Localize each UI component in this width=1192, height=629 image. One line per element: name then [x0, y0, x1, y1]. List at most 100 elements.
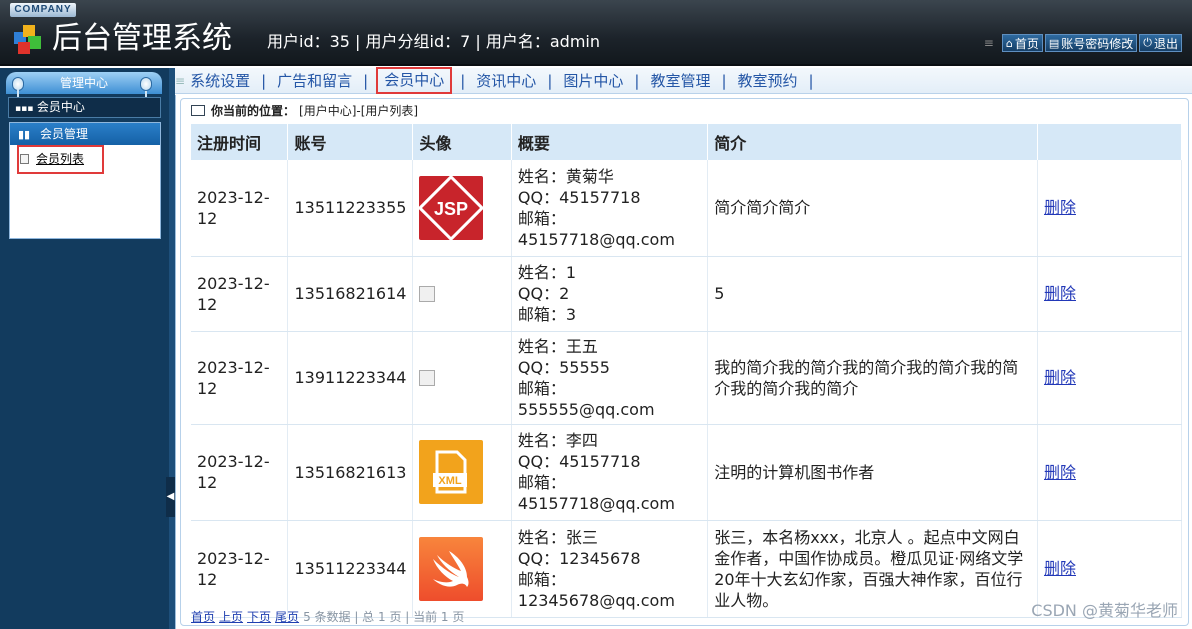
- delete-link[interactable]: 删除: [1044, 284, 1076, 303]
- highlight-box: [17, 145, 104, 174]
- grip-icon: ≡: [983, 36, 994, 50]
- member-table: 注册时间 账号 头像 概要 简介 2023-12-12 13511223355: [191, 124, 1183, 618]
- cell-actions: 删除: [1037, 424, 1183, 521]
- breadcrumb: 你当前的位置： [用户中心]-[用户列表]: [191, 102, 418, 119]
- cell-summary: 姓名：张三 QQ：12345678 邮箱：12345678@qq.com: [511, 520, 709, 618]
- home-label: 首页: [1014, 36, 1039, 51]
- cell-account: 13516821614: [287, 256, 414, 332]
- breadcrumb-label: 你当前的位置：: [211, 104, 296, 118]
- xml-file-icon: XML: [419, 440, 484, 504]
- system-title: 后台管理系统: [52, 21, 232, 56]
- tab-image-center[interactable]: 图片中心: [560, 70, 626, 91]
- cell-actions: 删除: [1037, 160, 1183, 257]
- grip-icon: ≡: [175, 73, 186, 88]
- summary-name: 姓名：李四: [517, 431, 598, 450]
- cell-intro: 我的简介我的简介我的简介我的简介我的简介我的简介我的简介: [707, 331, 1038, 425]
- main-content: 你当前的位置： [用户中心]-[用户列表] 注册时间 账号 头像 概要 简介 2…: [175, 95, 1192, 629]
- table-row: 2023-12-12 13911223344 姓名：王五 QQ：55555 邮箱…: [191, 331, 1183, 425]
- member-center-item[interactable]: ▪▪▪ 会员中心: [8, 97, 161, 118]
- summary-name: 姓名：王五: [517, 336, 598, 356]
- cell-time: 2023-12-12: [191, 424, 289, 521]
- home-button[interactable]: ⌂ 首页: [1001, 34, 1043, 52]
- pagination: 首页 上页 下页 尾页 5 条数据 | 总 1 页 | 当前 1 页: [191, 608, 464, 625]
- column-header-avatar: 头像: [412, 124, 512, 160]
- summary-name: 姓名：1: [517, 263, 577, 282]
- cell-summary: 姓名：王五 QQ：55555 邮箱：555555@qq.com: [511, 331, 709, 425]
- column-header-account: 账号: [287, 124, 414, 160]
- delete-link[interactable]: 删除: [1044, 368, 1076, 387]
- pagination-summary: 5 条数据 | 总 1 页 | 当前 1 页: [303, 610, 465, 624]
- cell-summary: 姓名：李四 QQ：45157718 邮箱：45157718@qq.com: [511, 424, 709, 521]
- cell-time: 2023-12-12: [191, 160, 289, 257]
- summary-qq: QQ：45157718: [517, 187, 641, 207]
- table-header-row: 注册时间 账号 头像 概要 简介: [191, 124, 1183, 160]
- cell-account: 13911223344: [287, 331, 414, 425]
- change-password-button[interactable]: ▤ 账号密码修改: [1044, 34, 1138, 52]
- cell-account: 13511223344: [287, 520, 414, 618]
- column-header-summary: 概要: [511, 124, 709, 160]
- next-page-link[interactable]: 下页: [247, 608, 271, 625]
- user-info: 用户id：35 | 用户分组id：7 | 用户名：admin: [267, 32, 601, 51]
- cell-account: 13511223355: [287, 160, 414, 257]
- knob-icon: [140, 77, 152, 91]
- cell-time: 2023-12-12: [191, 256, 289, 332]
- tab-system-settings[interactable]: 系统设置: [187, 70, 253, 91]
- cell-intro: 张三，本名杨xxx，北京人 。起点中文网白金作者，中国作协成员。橙瓜见证·网络文…: [707, 520, 1038, 618]
- cell-intro: 简介简介简介: [707, 160, 1038, 257]
- cell-summary: 姓名：1 QQ：2 邮箱：3: [511, 256, 709, 332]
- table-row: 2023-12-12 13511223355 JSP 姓名：黄菊华 QQ：451…: [191, 160, 1183, 257]
- table-row: 2023-12-12 13516821614 姓名：1 QQ：2 邮箱：3 5 …: [191, 256, 1183, 332]
- column-header-actions: [1037, 124, 1183, 160]
- logout-label: 退出: [1153, 36, 1178, 51]
- summary-name: 姓名：张三: [517, 527, 598, 547]
- prev-page-link[interactable]: 上页: [219, 608, 243, 625]
- tab-ads-messages[interactable]: 广告和留言: [274, 70, 355, 91]
- first-page-link[interactable]: 首页: [191, 608, 215, 625]
- member-management-header[interactable]: ▮▮ 会员管理: [10, 123, 160, 145]
- tab-classroom-booking[interactable]: 教室预约: [735, 70, 801, 91]
- book-icon: ▮▮: [18, 128, 31, 141]
- app-header: COMPANY 后台管理系统 用户id：35 | 用户分组id：7 | 用户名：…: [0, 0, 1192, 66]
- tab-news-center[interactable]: 资讯中心: [473, 70, 539, 91]
- management-center-header: 管理中心: [6, 72, 162, 101]
- logout-button[interactable]: ⏻ 退出: [1139, 34, 1182, 52]
- summary-email: 邮箱：3: [517, 305, 577, 324]
- column-header-intro: 简介: [707, 124, 1038, 160]
- column-header-time: 注册时间: [191, 124, 289, 160]
- cubes-logo-icon: [14, 25, 41, 54]
- cell-avatar: JSP: [412, 160, 512, 257]
- cell-actions: 删除: [1037, 331, 1183, 425]
- company-logo: COMPANY: [10, 3, 76, 17]
- delete-link[interactable]: 删除: [1044, 559, 1076, 578]
- tab-member-center[interactable]: 会员中心: [376, 67, 453, 94]
- cell-time: 2023-12-12: [191, 331, 289, 425]
- change-password-label: 账号密码修改: [1061, 36, 1134, 51]
- summary-name: 姓名：黄菊华: [517, 166, 614, 186]
- svg-text:JSP: JSP: [434, 199, 468, 219]
- window-icon: [191, 105, 205, 116]
- cell-actions: 删除: [1037, 256, 1183, 332]
- summary-email: 邮箱：45157718@qq.com: [517, 473, 675, 513]
- cell-avatar: [412, 520, 512, 618]
- watermark: CSDN @黄菊华老师: [1031, 601, 1178, 620]
- power-icon: ⏻: [1143, 36, 1152, 49]
- summary-qq: QQ：55555: [517, 357, 610, 377]
- delete-link[interactable]: 删除: [1044, 198, 1076, 217]
- collapse-handle-icon[interactable]: ◀: [166, 477, 175, 517]
- top-nav: ≡ 系统设置 | 广告和留言 | 会员中心 | 资讯中心 | 图片中心 | 教室…: [175, 67, 1192, 94]
- grid-icon: ▪▪▪: [15, 104, 34, 114]
- swift-icon: [419, 536, 484, 601]
- tab-classroom-management[interactable]: 教室管理: [647, 70, 713, 91]
- member-management-panel: ▮▮ 会员管理 会员列表: [9, 122, 161, 239]
- summary-qq: QQ：2: [517, 284, 570, 303]
- summary-qq: QQ：45157718: [517, 452, 641, 471]
- jsp-icon: JSP: [419, 175, 484, 240]
- cell-account: 13516821613: [287, 424, 414, 521]
- last-page-link[interactable]: 尾页: [275, 608, 299, 625]
- top-links: ≡ ⌂ 首页 ▤ 账号密码修改 ⏻ 退出: [984, 34, 1182, 52]
- document-icon: ▤: [1048, 36, 1060, 50]
- content-frame: 你当前的位置： [用户中心]-[用户列表] 注册时间 账号 头像 概要 简介 2…: [180, 98, 1189, 626]
- delete-link[interactable]: 删除: [1044, 463, 1076, 482]
- broken-image-icon: [419, 369, 436, 386]
- member-management-title: 会员管理: [39, 127, 88, 141]
